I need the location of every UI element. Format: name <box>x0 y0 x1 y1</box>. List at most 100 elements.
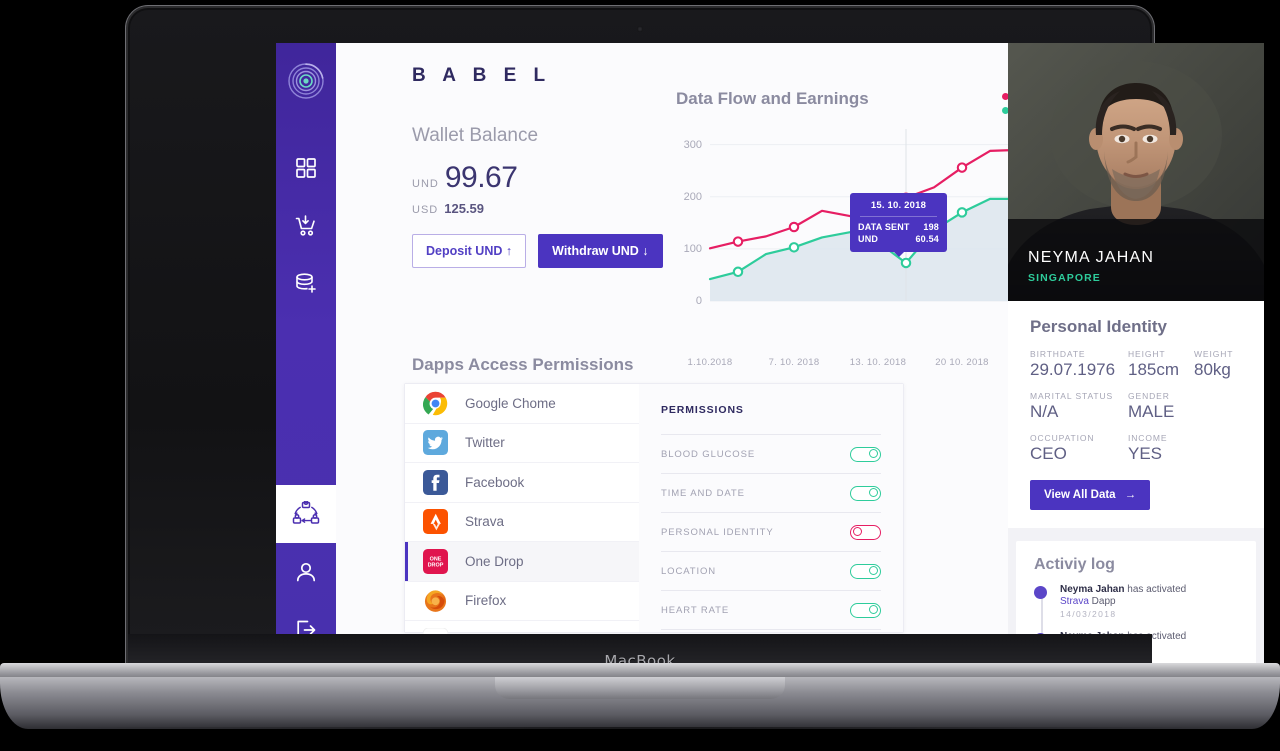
sidebar-item-marketplace[interactable] <box>276 197 336 255</box>
activity-log-item: Neyma Jahan has activated Strava Dapp 14/0… <box>1034 584 1238 619</box>
chart-x-tick: 13. 10. 2018 <box>849 357 907 368</box>
dapp-row[interactable]: Firefox <box>405 582 639 621</box>
identity-value-gender: MALE <box>1128 402 1175 421</box>
sidebar-item-data-store[interactable] <box>276 255 336 313</box>
profile-location: SINGAPORE <box>1028 272 1101 284</box>
dapp-label: Facebook <box>465 474 525 490</box>
activity-log-dot <box>1034 586 1047 599</box>
activity-log-title: Activiy log <box>1034 556 1115 573</box>
permission-toggle[interactable] <box>850 563 881 579</box>
activity-log-actor-line: Neyma Jahan has activated <box>1060 584 1238 595</box>
chart-x-tick: 7. 10. 2018 <box>768 357 820 368</box>
chart-x-tick: 1.10.2018 <box>687 357 733 368</box>
tooltip-row-data-sent: DATA SENT 198 <box>858 222 939 232</box>
toggle-knob <box>853 526 862 536</box>
main-content: B A B E L Wallet Balance UND 99.67 USD 1… <box>336 43 1008 673</box>
network-share-icon <box>292 501 320 524</box>
activity-log-target[interactable]: Strava <box>1060 596 1089 607</box>
permission-row: BLOOD GLUCOSE <box>661 435 881 474</box>
dapp-label: Twitter <box>465 435 505 451</box>
sidebar-item-dapps-permissions[interactable] <box>276 485 336 543</box>
babel-spiral-logo-icon <box>288 63 324 99</box>
permissions-panel: PERMISSIONS BLOOD GLUCOSE TIME AND DATE PE… <box>639 384 903 632</box>
permission-toggle[interactable] <box>850 524 881 540</box>
dapp-row[interactable]: ONE DROP One Drop <box>405 542 639 582</box>
facebook-icon <box>423 469 448 495</box>
onedrop-icon: ONE DROP <box>423 548 448 574</box>
identity-key-weight: WEIGHT <box>1194 349 1234 359</box>
identity-field-height: HEIGHT 185cm <box>1128 349 1194 380</box>
app-screen: B A B E L Wallet Balance UND 99.67 USD 1… <box>276 43 1264 673</box>
dapp-row[interactable]: Twitter <box>405 424 639 463</box>
identity-field-birthdate: BIRTHDATE 29.07.1976 <box>1030 349 1128 380</box>
laptop-mockup: B A B E L Wallet Balance UND 99.67 USD 1… <box>0 0 1280 751</box>
identity-key-marital-status: MARITAL STATUS <box>1030 391 1114 401</box>
permission-label: PERSONAL IDENTITY <box>661 526 774 538</box>
permission-toggle[interactable] <box>850 485 881 501</box>
tooltip-value-und: 60.54 <box>915 234 939 244</box>
identity-key-income: INCOME <box>1128 433 1168 443</box>
toggle-knob <box>869 487 878 497</box>
toggle-knob <box>869 448 878 458</box>
svg-text:DROP: DROP <box>428 562 444 568</box>
view-all-data-button[interactable]: View All Data → <box>1030 480 1151 510</box>
tooltip-arrow <box>893 252 904 257</box>
dapps-list: Google Chome Twitter Facebook Strava ONE DROP… <box>405 384 639 654</box>
identity-field-occupation: OCCUPATION CEO <box>1030 433 1128 464</box>
laptop-base <box>0 663 1280 741</box>
identity-value-birthdate: 29.07.1976 <box>1030 360 1116 379</box>
dapps-section-title: Dapps Access Permissions <box>412 355 634 374</box>
identity-key-occupation: OCCUPATION <box>1030 433 1095 443</box>
dapp-row[interactable]: Google Chome <box>405 384 639 424</box>
permission-row: PERSONAL IDENTITY <box>661 513 881 552</box>
sidebar-item-dashboard[interactable] <box>276 139 336 197</box>
chart-tooltip: 15. 10. 2018 DATA SENT 198 UND 60.54 <box>850 193 947 257</box>
sidebar-item-profile[interactable] <box>276 543 336 601</box>
activity-log-target-line: Strava Dapp <box>1060 596 1238 607</box>
dapp-label: One Drop <box>465 553 524 569</box>
wallet-actions: Deposit UND ↑ Withdraw UND ↓ <box>412 234 663 268</box>
app-brand-title: B A B E L <box>412 65 552 86</box>
wallet-primary-row: UND 99.67 <box>412 161 662 195</box>
webcam-icon <box>637 26 643 32</box>
identity-field-marital-status: MARITAL STATUS N/A <box>1030 391 1128 422</box>
wallet-secondary-currency: USD <box>412 204 439 216</box>
chart-x-tick: 20 10. 2018 <box>935 357 989 368</box>
svg-text:ONE: ONE <box>430 556 442 562</box>
withdraw-button[interactable]: Withdraw UND ↓ <box>538 234 663 268</box>
identity-field-gender: GENDER MALE <box>1128 391 1174 422</box>
permission-label: HEART RATE <box>661 604 730 616</box>
dapp-row[interactable]: Strava <box>405 503 639 542</box>
tooltip-label-und: UND <box>858 234 879 244</box>
permission-toggle[interactable] <box>850 602 881 618</box>
activity-log-action: has activated <box>1124 584 1187 595</box>
identity-value-marital-status: N/A <box>1030 402 1059 421</box>
deposit-button[interactable]: Deposit UND ↑ <box>412 234 527 268</box>
app-logo[interactable] <box>284 59 328 103</box>
profile-photo: NEYMA JAHAN SINGAPORE <box>1008 43 1264 301</box>
dapp-row[interactable]: Facebook <box>405 463 639 503</box>
firefox-icon <box>423 588 448 613</box>
sidebar <box>276 43 336 673</box>
activity-log-actor: Neyma Jahan <box>1060 584 1125 595</box>
identity-key-birthdate: BIRTHDATE <box>1030 349 1086 359</box>
personal-identity-card: Personal Identity BIRTHDATE 29.07.1976 H… <box>1008 301 1264 528</box>
toggle-knob <box>869 565 878 575</box>
strava-icon <box>423 509 448 535</box>
identity-field-income: INCOME YES <box>1128 433 1167 464</box>
personal-identity-title: Personal Identity <box>1030 317 1167 336</box>
chart-y-tick: 100 <box>683 242 702 255</box>
permission-row: TIME AND DATE <box>661 474 881 513</box>
chart-y-tick: 0 <box>695 295 702 307</box>
permission-toggle[interactable] <box>850 446 881 462</box>
dapps-panel: Google Chome Twitter Facebook Strava ONE DROP… <box>404 383 904 654</box>
wallet-primary-amount: 99.67 <box>444 161 518 194</box>
permissions-list: BLOOD GLUCOSE TIME AND DATE PERSONAL IDENT… <box>661 435 881 630</box>
tooltip-date: 15. 10. 2018 <box>870 200 927 211</box>
activity-log-date: 14/03/2018 <box>1060 609 1117 619</box>
user-profile-icon <box>296 562 316 582</box>
permission-row: LOCATION <box>661 552 881 591</box>
chart-svg <box>708 129 1008 302</box>
chrome-icon <box>423 391 448 416</box>
chart-title: Data Flow and Earnings <box>676 89 869 108</box>
